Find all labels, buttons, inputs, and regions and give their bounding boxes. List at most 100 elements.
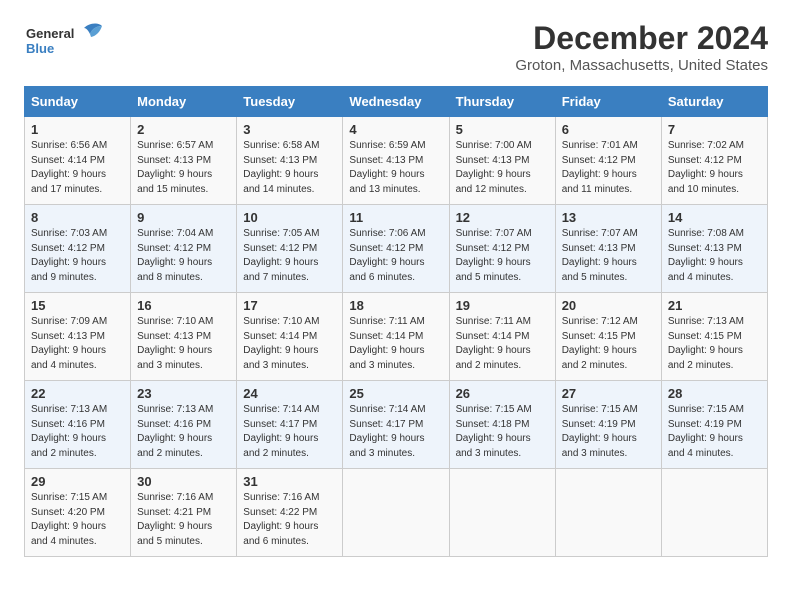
day-number: 16: [137, 298, 230, 313]
day-number: 1: [31, 122, 124, 137]
day-number: 11: [349, 210, 442, 225]
calendar-cell: 4 Sunrise: 6:59 AM Sunset: 4:13 PM Dayli…: [343, 117, 449, 205]
day-number: 18: [349, 298, 442, 313]
col-monday: Monday: [131, 87, 237, 117]
calendar-cell: 10 Sunrise: 7:05 AM Sunset: 4:12 PM Dayl…: [237, 205, 343, 293]
day-info: Sunrise: 7:13 AM Sunset: 4:16 PM Dayligh…: [137, 403, 230, 461]
calendar-cell: 24 Sunrise: 7:14 AM Sunset: 4:17 PM Dayl…: [237, 381, 343, 469]
day-info: Sunrise: 7:05 AM Sunset: 4:12 PM Dayligh…: [243, 227, 336, 285]
calendar-title: December 2024: [515, 20, 768, 57]
day-number: 5: [456, 122, 549, 137]
day-number: 23: [137, 386, 230, 401]
day-info: Sunrise: 7:00 AM Sunset: 4:13 PM Dayligh…: [456, 139, 549, 197]
calendar-cell: [661, 469, 767, 557]
svg-text:General: General: [26, 26, 74, 41]
day-info: Sunrise: 7:13 AM Sunset: 4:15 PM Dayligh…: [668, 315, 761, 373]
calendar-cell: 8 Sunrise: 7:03 AM Sunset: 4:12 PM Dayli…: [25, 205, 131, 293]
calendar-cell: 12 Sunrise: 7:07 AM Sunset: 4:12 PM Dayl…: [449, 205, 555, 293]
col-wednesday: Wednesday: [343, 87, 449, 117]
day-number: 8: [31, 210, 124, 225]
day-number: 2: [137, 122, 230, 137]
day-info: Sunrise: 6:59 AM Sunset: 4:13 PM Dayligh…: [349, 139, 442, 197]
calendar-cell: 1 Sunrise: 6:56 AM Sunset: 4:14 PM Dayli…: [25, 117, 131, 205]
col-tuesday: Tuesday: [237, 87, 343, 117]
day-number: 7: [668, 122, 761, 137]
day-info: Sunrise: 7:11 AM Sunset: 4:14 PM Dayligh…: [456, 315, 549, 373]
calendar-cell: [555, 469, 661, 557]
day-info: Sunrise: 7:08 AM Sunset: 4:13 PM Dayligh…: [668, 227, 761, 285]
calendar-cell: 13 Sunrise: 7:07 AM Sunset: 4:13 PM Dayl…: [555, 205, 661, 293]
calendar-cell: 29 Sunrise: 7:15 AM Sunset: 4:20 PM Dayl…: [25, 469, 131, 557]
calendar-cell: 2 Sunrise: 6:57 AM Sunset: 4:13 PM Dayli…: [131, 117, 237, 205]
day-info: Sunrise: 7:06 AM Sunset: 4:12 PM Dayligh…: [349, 227, 442, 285]
day-info: Sunrise: 7:03 AM Sunset: 4:12 PM Dayligh…: [31, 227, 124, 285]
day-info: Sunrise: 6:57 AM Sunset: 4:13 PM Dayligh…: [137, 139, 230, 197]
calendar-row: 29 Sunrise: 7:15 AM Sunset: 4:20 PM Dayl…: [25, 469, 768, 557]
day-info: Sunrise: 7:14 AM Sunset: 4:17 PM Dayligh…: [243, 403, 336, 461]
calendar-cell: 31 Sunrise: 7:16 AM Sunset: 4:22 PM Dayl…: [237, 469, 343, 557]
calendar-cell: 15 Sunrise: 7:09 AM Sunset: 4:13 PM Dayl…: [25, 293, 131, 381]
header: General Blue December 2024 Groton, Massa…: [24, 20, 768, 74]
calendar-cell: 27 Sunrise: 7:15 AM Sunset: 4:19 PM Dayl…: [555, 381, 661, 469]
day-number: 6: [562, 122, 655, 137]
day-info: Sunrise: 7:04 AM Sunset: 4:12 PM Dayligh…: [137, 227, 230, 285]
day-number: 25: [349, 386, 442, 401]
calendar-cell: 16 Sunrise: 7:10 AM Sunset: 4:13 PM Dayl…: [131, 293, 237, 381]
calendar-cell: 23 Sunrise: 7:13 AM Sunset: 4:16 PM Dayl…: [131, 381, 237, 469]
calendar-row: 8 Sunrise: 7:03 AM Sunset: 4:12 PM Dayli…: [25, 205, 768, 293]
day-number: 27: [562, 386, 655, 401]
calendar-cell: 22 Sunrise: 7:13 AM Sunset: 4:16 PM Dayl…: [25, 381, 131, 469]
day-number: 31: [243, 474, 336, 489]
calendar-cell: [449, 469, 555, 557]
day-info: Sunrise: 7:11 AM Sunset: 4:14 PM Dayligh…: [349, 315, 442, 373]
calendar-cell: 3 Sunrise: 6:58 AM Sunset: 4:13 PM Dayli…: [237, 117, 343, 205]
day-number: 24: [243, 386, 336, 401]
day-info: Sunrise: 7:15 AM Sunset: 4:20 PM Dayligh…: [31, 491, 124, 549]
day-info: Sunrise: 7:15 AM Sunset: 4:19 PM Dayligh…: [668, 403, 761, 461]
col-thursday: Thursday: [449, 87, 555, 117]
day-number: 21: [668, 298, 761, 313]
calendar-cell: 5 Sunrise: 7:00 AM Sunset: 4:13 PM Dayli…: [449, 117, 555, 205]
calendar-cell: 18 Sunrise: 7:11 AM Sunset: 4:14 PM Dayl…: [343, 293, 449, 381]
day-number: 12: [456, 210, 549, 225]
calendar-header-row: Sunday Monday Tuesday Wednesday Thursday…: [25, 87, 768, 117]
day-info: Sunrise: 7:07 AM Sunset: 4:12 PM Dayligh…: [456, 227, 549, 285]
day-info: Sunrise: 6:58 AM Sunset: 4:13 PM Dayligh…: [243, 139, 336, 197]
col-friday: Friday: [555, 87, 661, 117]
day-number: 15: [31, 298, 124, 313]
day-info: Sunrise: 7:10 AM Sunset: 4:13 PM Dayligh…: [137, 315, 230, 373]
day-number: 13: [562, 210, 655, 225]
day-info: Sunrise: 7:14 AM Sunset: 4:17 PM Dayligh…: [349, 403, 442, 461]
day-number: 17: [243, 298, 336, 313]
calendar-cell: 28 Sunrise: 7:15 AM Sunset: 4:19 PM Dayl…: [661, 381, 767, 469]
calendar-cell: [343, 469, 449, 557]
day-info: Sunrise: 7:16 AM Sunset: 4:22 PM Dayligh…: [243, 491, 336, 549]
calendar-row: 1 Sunrise: 6:56 AM Sunset: 4:14 PM Dayli…: [25, 117, 768, 205]
calendar-subtitle: Groton, Massachusetts, United States: [515, 57, 768, 74]
day-number: 22: [31, 386, 124, 401]
calendar-cell: 9 Sunrise: 7:04 AM Sunset: 4:12 PM Dayli…: [131, 205, 237, 293]
day-info: Sunrise: 7:12 AM Sunset: 4:15 PM Dayligh…: [562, 315, 655, 373]
calendar-row: 15 Sunrise: 7:09 AM Sunset: 4:13 PM Dayl…: [25, 293, 768, 381]
day-info: Sunrise: 7:01 AM Sunset: 4:12 PM Dayligh…: [562, 139, 655, 197]
day-number: 4: [349, 122, 442, 137]
col-saturday: Saturday: [661, 87, 767, 117]
svg-text:Blue: Blue: [26, 41, 54, 56]
calendar-cell: 21 Sunrise: 7:13 AM Sunset: 4:15 PM Dayl…: [661, 293, 767, 381]
day-number: 10: [243, 210, 336, 225]
day-number: 9: [137, 210, 230, 225]
day-info: Sunrise: 7:15 AM Sunset: 4:18 PM Dayligh…: [456, 403, 549, 461]
day-number: 14: [668, 210, 761, 225]
calendar-cell: 14 Sunrise: 7:08 AM Sunset: 4:13 PM Dayl…: [661, 205, 767, 293]
logo-svg: General Blue: [24, 20, 114, 60]
day-number: 3: [243, 122, 336, 137]
calendar-cell: 6 Sunrise: 7:01 AM Sunset: 4:12 PM Dayli…: [555, 117, 661, 205]
calendar-cell: 7 Sunrise: 7:02 AM Sunset: 4:12 PM Dayli…: [661, 117, 767, 205]
day-info: Sunrise: 7:15 AM Sunset: 4:19 PM Dayligh…: [562, 403, 655, 461]
day-number: 29: [31, 474, 124, 489]
day-number: 28: [668, 386, 761, 401]
col-sunday: Sunday: [25, 87, 131, 117]
day-info: Sunrise: 7:02 AM Sunset: 4:12 PM Dayligh…: [668, 139, 761, 197]
calendar-table: Sunday Monday Tuesday Wednesday Thursday…: [24, 86, 768, 557]
day-number: 20: [562, 298, 655, 313]
